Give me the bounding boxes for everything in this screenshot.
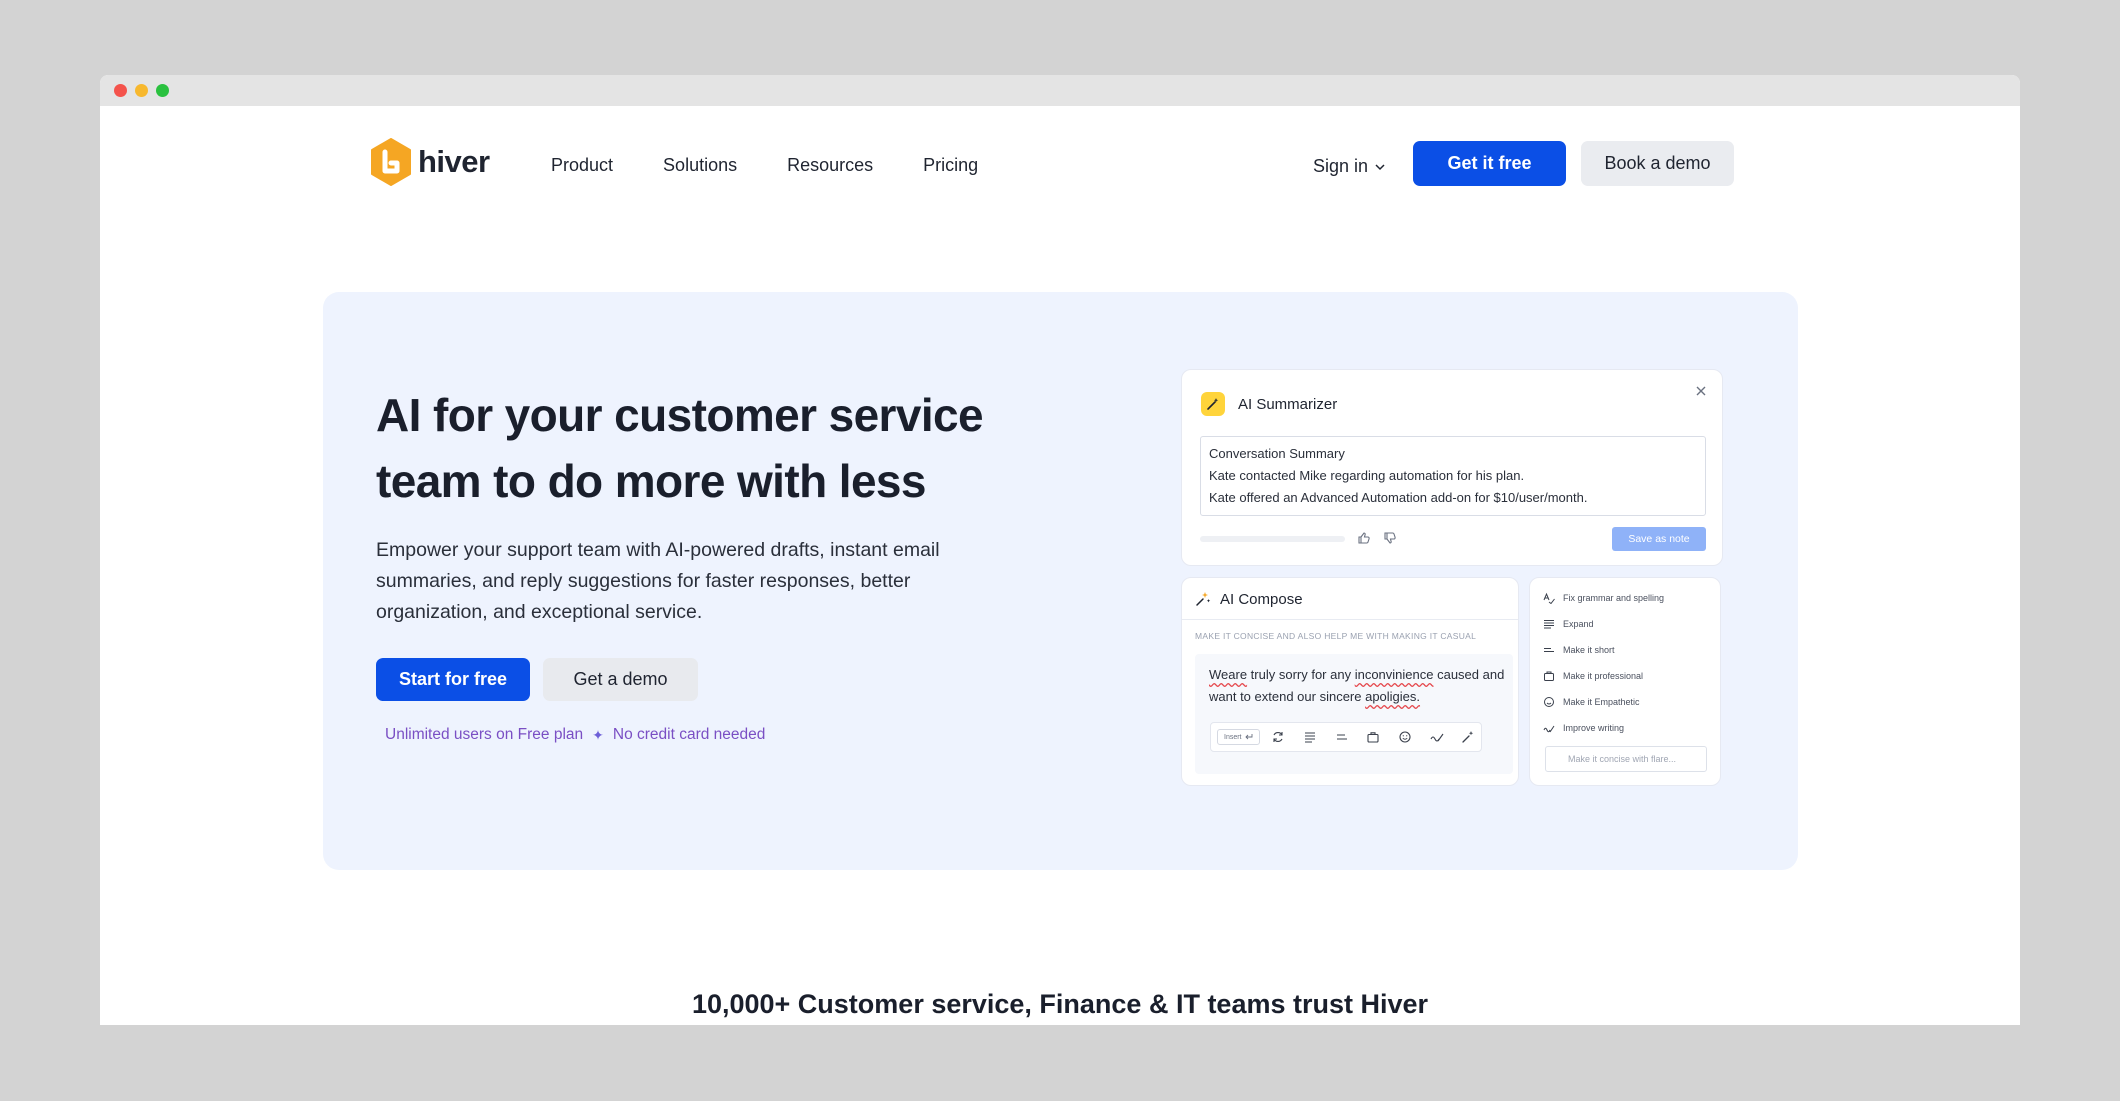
smile-icon: [1544, 696, 1554, 707]
sparkle-icon: ✦: [592, 726, 604, 743]
book-demo-button[interactable]: Book a demo: [1581, 141, 1734, 186]
option-fix-grammar[interactable]: Fix grammar and spelling: [1543, 589, 1664, 606]
insert-button[interactable]: Insert: [1217, 729, 1260, 745]
minimize-window-button[interactable]: [135, 84, 148, 97]
option-make-professional[interactable]: Make it professional: [1543, 667, 1664, 684]
thumbs-down-icon[interactable]: [1382, 530, 1398, 546]
ai-options-card: Fix grammar and spelling Expand Make it …: [1529, 577, 1721, 786]
hero-title: AI for your customer service team to do …: [376, 389, 984, 507]
summarizer-title: AI Summarizer: [1238, 395, 1338, 413]
nav-links: Product Solutions Resources Pricing: [551, 155, 978, 176]
compose-prompt: MAKE IT CONCISE AND ALSO HELP ME WITH MA…: [1195, 631, 1477, 641]
sparkles-icon: [1196, 592, 1211, 606]
hero-note: Unlimited users on Free plan ✦ No credit…: [385, 726, 765, 744]
compose-header: AI Compose: [1195, 588, 1303, 610]
misspelled-word: Weare: [1209, 667, 1248, 682]
ai-summarizer-card: AI Summarizer Conversation Summary Kate …: [1181, 369, 1723, 566]
start-for-free-button[interactable]: Start for free: [376, 658, 530, 701]
enter-icon: [1244, 734, 1252, 740]
insert-label: Insert: [1224, 733, 1242, 741]
option-make-empathetic[interactable]: Make it Empathetic: [1543, 693, 1664, 710]
option-expand[interactable]: Expand: [1543, 615, 1664, 632]
summary-line: Kate offered an Advanced Automation add-…: [1209, 490, 1588, 505]
maximize-window-button[interactable]: [156, 84, 169, 97]
expand-icon: [1544, 619, 1554, 628]
improve-writing-icon[interactable]: [1424, 727, 1450, 747]
summary-line: Kate contacted Mike regarding automation…: [1209, 468, 1525, 483]
window-titlebar: [100, 75, 2020, 106]
spellcheck-icon: [1543, 592, 1555, 604]
option-label: Make it short: [1563, 644, 1615, 655]
summary-box: Conversation Summary Kate contacted Mike…: [1200, 436, 1706, 516]
compose-body: Weare truly sorry for any inconvinience …: [1195, 654, 1513, 774]
nav-link-resources[interactable]: Resources: [787, 155, 873, 176]
custom-prompt-input[interactable]: Make it concise with flare...: [1545, 746, 1707, 772]
page-viewport: hiver Product Solutions Resources Pricin…: [100, 106, 2020, 1025]
hero-description: Empower your support team with AI-powere…: [376, 539, 940, 623]
hero-section: AI for your customer service team to do …: [323, 292, 1798, 870]
compose-title: AI Compose: [1220, 590, 1303, 608]
option-label: Make it Empathetic: [1563, 696, 1640, 707]
compose-draft-text[interactable]: Weare truly sorry for any inconvinience …: [1209, 664, 1505, 708]
ai-compose-card: AI Compose MAKE IT CONCISE AND ALSO HELP…: [1181, 577, 1519, 786]
shorten-icon: [1544, 647, 1554, 652]
misspelled-word: apoligies.: [1365, 689, 1421, 704]
expand-icon[interactable]: [1297, 727, 1323, 747]
compose-divider: [1182, 619, 1518, 620]
misspelled-word: inconvinience: [1354, 667, 1434, 682]
trust-heading: 10,000+ Customer service, Finance & IT t…: [691, 989, 1429, 1019]
briefcase-icon[interactable]: [1360, 727, 1386, 747]
hiver-logo-icon: [371, 138, 411, 186]
summary-progress-bar: [1200, 536, 1345, 542]
regenerate-icon[interactable]: [1266, 727, 1292, 747]
logo-text: hiver: [418, 144, 490, 179]
note-no-card: No credit card needed: [612, 726, 766, 743]
shorten-icon[interactable]: [1329, 727, 1355, 747]
get-it-free-button[interactable]: Get it free: [1413, 141, 1566, 186]
briefcase-icon: [1544, 671, 1554, 681]
summary-heading: Conversation Summary: [1209, 446, 1345, 461]
close-icon[interactable]: [1694, 384, 1708, 398]
nav-link-solutions[interactable]: Solutions: [663, 155, 737, 176]
nav-link-product[interactable]: Product: [551, 155, 613, 176]
ai-options-list: Fix grammar and spelling Expand Make it …: [1543, 589, 1664, 736]
save-as-note-button[interactable]: Save as note: [1612, 527, 1706, 551]
sign-in-dropdown[interactable]: Sign in: [1313, 156, 1386, 177]
nav-link-pricing[interactable]: Pricing: [923, 155, 978, 176]
note-free-plan: Unlimited users on Free plan: [385, 726, 584, 743]
close-window-button[interactable]: [114, 84, 127, 97]
chevron-down-icon: [1375, 163, 1385, 170]
improve-writing-icon: [1543, 725, 1555, 732]
option-label: Fix grammar and spelling: [1563, 592, 1665, 603]
magic-wand-icon: [1201, 392, 1225, 416]
draft-text-segment: truly sorry for any: [1247, 667, 1355, 682]
sign-in-label: Sign in: [1313, 156, 1369, 176]
get-a-demo-button[interactable]: Get a demo: [543, 658, 698, 701]
option-label: Expand: [1563, 618, 1594, 629]
magic-wand-icon[interactable]: [1455, 727, 1481, 747]
compose-toolbar: Insert: [1210, 722, 1482, 752]
summarizer-header: AI Summarizer: [1201, 392, 1337, 416]
browser-window: hiver Product Solutions Resources Pricin…: [100, 75, 2020, 1025]
top-nav: hiver Product Solutions Resources Pricin…: [100, 106, 2020, 220]
hiver-logo[interactable]: hiver: [370, 138, 490, 186]
smile-icon[interactable]: [1392, 727, 1418, 747]
option-label: Improve writing: [1563, 722, 1625, 733]
option-label: Make it professional: [1563, 670, 1644, 681]
option-improve-writing[interactable]: Improve writing: [1543, 719, 1664, 736]
thumbs-up-icon[interactable]: [1356, 530, 1372, 546]
option-make-short[interactable]: Make it short: [1543, 641, 1664, 658]
